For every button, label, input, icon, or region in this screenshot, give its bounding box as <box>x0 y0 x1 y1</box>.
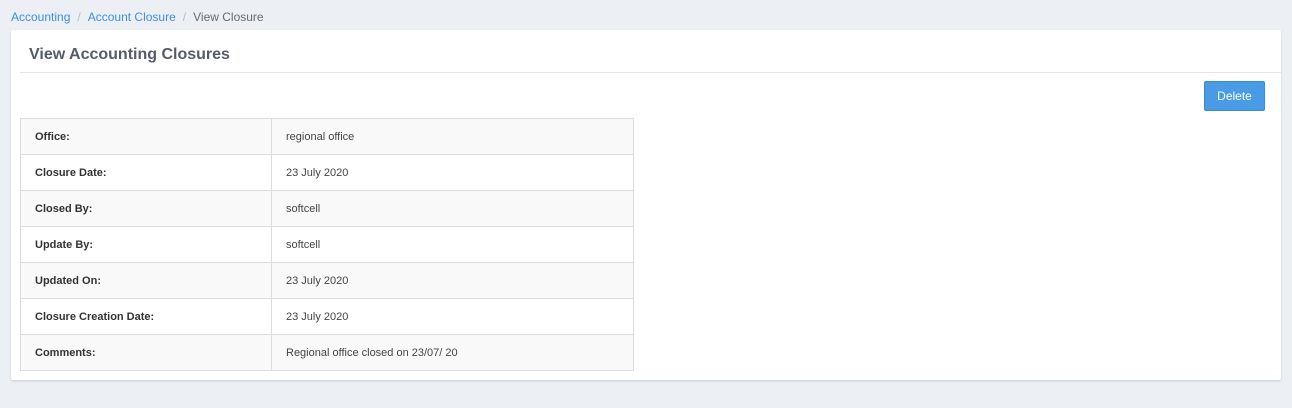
update-by-value: softcell <box>271 226 634 263</box>
breadcrumb-separator: / <box>182 10 187 24</box>
closure-creation-date-label: Closure Creation Date: <box>20 298 272 335</box>
table-row: Office: regional office <box>20 118 634 155</box>
comments-value: Regional office closed on 23/07/ 20 <box>271 334 634 371</box>
breadcrumb-link-accounting[interactable]: Accounting <box>11 9 70 25</box>
office-value: regional office <box>271 118 634 155</box>
table-row: Update By: softcell <box>20 226 634 263</box>
table-row: Closure Date: 23 July 2020 <box>20 154 634 191</box>
breadcrumb-current: View Closure <box>193 10 264 24</box>
updated-on-label: Updated On: <box>20 262 272 299</box>
closure-date-value: 23 July 2020 <box>271 154 634 191</box>
table-row: Updated On: 23 July 2020 <box>20 262 634 299</box>
breadcrumb: Accounting / Account Closure / View Clos… <box>11 9 264 25</box>
title-divider <box>20 72 1281 73</box>
delete-button[interactable]: Delete <box>1204 81 1265 111</box>
page-title: View Accounting Closures <box>29 46 230 63</box>
breadcrumb-link-account-closure[interactable]: Account Closure <box>88 9 176 25</box>
office-label: Office: <box>20 118 272 155</box>
closure-details-table: Office: regional office Closure Date: 23… <box>20 118 634 371</box>
closed-by-label: Closed By: <box>20 190 272 227</box>
closed-by-value: softcell <box>271 190 634 227</box>
updated-on-value: 23 July 2020 <box>271 262 634 299</box>
breadcrumb-separator: / <box>77 10 81 24</box>
update-by-label: Update By: <box>20 226 272 263</box>
comments-label: Comments: <box>20 334 272 371</box>
table-row: Comments: Regional office closed on 23/0… <box>20 334 634 371</box>
closure-card: View Accounting Closures Delete Office: … <box>11 30 1281 380</box>
closure-creation-date-value: 23 July 2020 <box>271 298 634 335</box>
table-row: Closure Creation Date: 23 July 2020 <box>20 298 634 335</box>
closure-date-label: Closure Date: <box>20 154 272 191</box>
table-row: Closed By: softcell <box>20 190 634 227</box>
